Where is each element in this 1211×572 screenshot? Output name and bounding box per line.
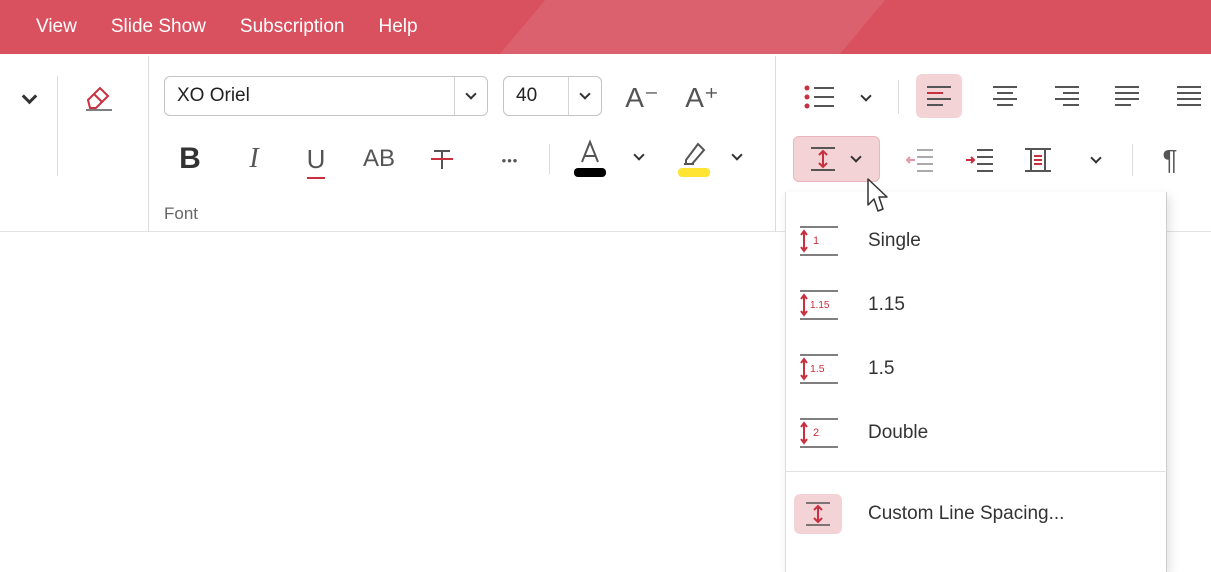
highlight-color-button[interactable] — [672, 134, 716, 182]
font-size-combo[interactable]: 40 — [503, 76, 602, 116]
strikethrough-button[interactable] — [424, 140, 460, 178]
line-spacing-single-svg: 1 — [800, 226, 838, 256]
line-spacing-1-5-icon-text: 1.5 — [810, 363, 825, 375]
increase-indent-icon — [966, 149, 993, 172]
menu-bar-decoration — [461, 0, 919, 54]
ribbon-separator — [1132, 144, 1133, 176]
font-color-button[interactable] — [568, 134, 612, 182]
line-spacing-double-label: Double — [868, 422, 929, 443]
line-spacing-double-item[interactable]: 2 Double — [786, 404, 1168, 462]
align-right-button[interactable] — [1044, 74, 1090, 118]
chevron-down-icon — [850, 150, 862, 163]
line-spacing-1-15-item[interactable]: 1.15 1.15 — [786, 276, 1168, 334]
italic-button[interactable]: I — [236, 140, 272, 178]
justify-button[interactable] — [1104, 74, 1150, 118]
line-spacing-1-5-label: 1.5 — [868, 358, 895, 379]
align-center-button[interactable] — [982, 74, 1028, 118]
underline-glyph: U — [306, 143, 326, 174]
line-spacing-1-15-icon-text: 1.15 — [810, 300, 830, 311]
ribbon-separator — [148, 56, 149, 232]
ribbon-separator — [57, 76, 58, 176]
line-spacing-1-5-item[interactable]: 1.5 1.5 — [786, 340, 1168, 398]
increase-indent-button[interactable] — [958, 140, 1002, 180]
line-spacing-single-label: Single — [868, 230, 921, 251]
previous-group-dropdown-button[interactable] — [14, 84, 44, 114]
bullet-list-icon — [804, 85, 834, 109]
font-name-combo[interactable]: XO Oriel — [164, 76, 488, 116]
menu-separator — [786, 471, 1168, 472]
chevron-down-icon — [21, 88, 37, 105]
grow-font-button[interactable]: A⁺ — [680, 78, 724, 116]
chevron-down-icon — [579, 87, 591, 100]
align-center-icon — [993, 86, 1017, 106]
clear-formatting-button[interactable] — [78, 76, 118, 116]
line-spacing-single-item[interactable]: 1 Single — [786, 212, 1168, 270]
menu-bar: View Slide Show Subscription Help — [0, 0, 1211, 54]
menu-subscription[interactable]: Subscription — [240, 16, 345, 38]
align-left-button[interactable] — [916, 74, 962, 118]
text-box-align-icon — [1025, 148, 1051, 172]
chevron-down-icon — [731, 148, 743, 161]
custom-line-spacing-svg — [806, 502, 830, 526]
eraser-icon — [86, 86, 112, 111]
underline-icon: U — [306, 143, 326, 179]
ribbon-separator — [549, 144, 550, 174]
decrease-indent-button[interactable] — [898, 140, 942, 180]
text-direction-dropdown-button[interactable] — [1084, 148, 1108, 172]
custom-line-spacing-item[interactable]: Custom Line Spacing... — [786, 485, 1168, 543]
bold-button[interactable]: B — [172, 140, 208, 178]
decrease-indent-icon — [905, 149, 933, 172]
chevron-down-icon — [465, 87, 477, 100]
font-name-dropdown-button[interactable] — [454, 77, 487, 115]
line-spacing-menu: 1 Single 1.15 1.15 1.5 1.5 2 Double Cust… — [785, 192, 1168, 572]
shrink-font-button[interactable]: A⁻ — [620, 78, 664, 116]
distributed-button[interactable] — [1166, 74, 1211, 118]
align-left-icon — [927, 86, 951, 106]
distributed-align-icon — [1177, 86, 1201, 106]
chevron-down-icon — [633, 148, 645, 161]
font-size-dropdown-button[interactable] — [568, 77, 601, 115]
line-spacing-1-15-svg: 1.15 — [800, 290, 838, 320]
ribbon-separator — [775, 56, 776, 232]
underline-bar — [306, 176, 326, 179]
line-spacing-1-15-icon: 1.15 — [794, 285, 842, 325]
custom-line-spacing-label: Custom Line Spacing... — [868, 503, 1065, 524]
all-caps-button[interactable]: AB — [356, 140, 402, 178]
font-color-dropdown-button[interactable] — [626, 144, 652, 170]
chevron-down-icon — [1090, 151, 1102, 164]
line-spacing-1-5-svg: 1.5 — [800, 354, 838, 384]
line-spacing-single-icon-text: 1 — [813, 235, 819, 247]
menu-items: View Slide Show Subscription Help — [36, 0, 418, 54]
line-spacing-double-icon-text: 2 — [813, 427, 819, 439]
line-spacing-icon — [811, 147, 835, 171]
show-formatting-marks-button[interactable]: ¶ — [1150, 140, 1190, 180]
line-spacing-double-icon: 2 — [794, 413, 842, 453]
more-font-options-button[interactable]: ••• — [492, 148, 528, 172]
font-group-label: Font — [164, 204, 199, 223]
menu-help[interactable]: Help — [378, 16, 417, 38]
ribbon-separator — [898, 80, 899, 114]
bullets-dropdown-button[interactable] — [854, 86, 878, 110]
justify-icon — [1115, 86, 1139, 106]
bullets-button[interactable] — [796, 78, 842, 116]
highlight-color-dropdown-button[interactable] — [724, 144, 750, 170]
chevron-down-icon — [860, 89, 872, 102]
menu-slide-show[interactable]: Slide Show — [111, 16, 206, 38]
line-spacing-single-icon: 1 — [794, 221, 842, 261]
menu-view[interactable]: View — [36, 16, 77, 38]
line-spacing-double-svg: 2 — [800, 418, 838, 448]
line-spacing-1-15-label: 1.15 — [868, 294, 905, 315]
font-color-icon — [574, 139, 606, 177]
strikethrough-icon — [431, 150, 453, 169]
text-direction-button[interactable] — [1016, 140, 1060, 180]
line-spacing-1-5-icon: 1.5 — [794, 349, 842, 389]
line-spacing-button[interactable] — [793, 136, 880, 182]
mouse-cursor-icon — [867, 178, 888, 212]
font-name-value: XO Oriel — [177, 85, 250, 106]
underline-button[interactable]: U — [298, 140, 334, 179]
highlighter-icon — [678, 142, 710, 177]
custom-line-spacing-icon — [794, 494, 842, 534]
font-size-value: 40 — [516, 85, 538, 106]
align-right-icon — [1055, 86, 1079, 106]
